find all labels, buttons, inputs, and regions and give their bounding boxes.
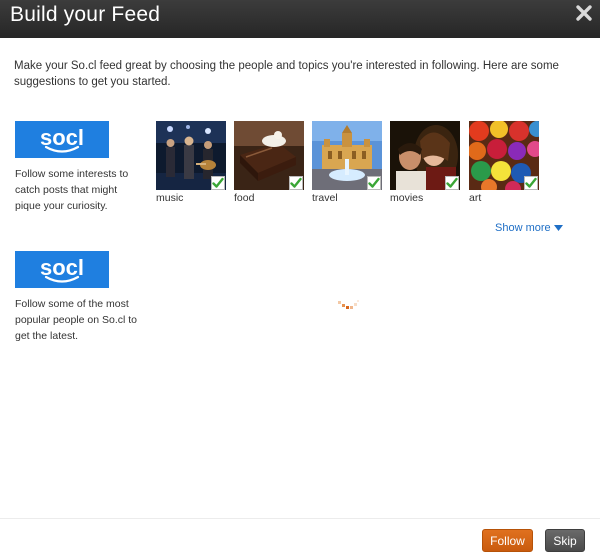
selected-checkbox[interactable] bbox=[367, 176, 381, 190]
show-more-link[interactable]: Show more bbox=[495, 222, 563, 234]
chevron-down-icon bbox=[553, 225, 563, 231]
topic-tile-food[interactable]: food bbox=[234, 121, 304, 211]
topic-label: movies bbox=[390, 192, 424, 204]
checkmark-icon bbox=[525, 177, 537, 188]
checkmark-icon bbox=[290, 177, 302, 188]
dialog-title: Build your Feed bbox=[10, 3, 161, 26]
topic-label: art bbox=[469, 192, 482, 204]
topic-label: travel bbox=[312, 192, 338, 204]
checkmark-icon bbox=[446, 177, 458, 188]
selected-checkbox[interactable] bbox=[445, 176, 459, 190]
loading-spinner-icon bbox=[336, 300, 362, 314]
skip-button[interactable]: Skip bbox=[545, 529, 585, 552]
topic-tile-music[interactable]: music bbox=[156, 121, 226, 211]
close-button[interactable] bbox=[571, 0, 597, 26]
show-more-label: Show more bbox=[495, 222, 551, 234]
selected-checkbox[interactable] bbox=[211, 176, 225, 190]
topic-tile-travel[interactable]: travel bbox=[312, 121, 382, 211]
topic-tile-art[interactable]: art bbox=[469, 121, 539, 211]
checkmark-icon bbox=[368, 177, 380, 188]
topic-label: music bbox=[156, 192, 184, 204]
footer-divider bbox=[0, 518, 600, 519]
interests-description: Follow some interests to catch posts tha… bbox=[15, 168, 129, 212]
selected-checkbox[interactable] bbox=[289, 176, 303, 190]
socl-logo: socl bbox=[15, 251, 109, 288]
topic-label: food bbox=[234, 192, 255, 204]
selected-checkbox[interactable] bbox=[524, 176, 538, 190]
follow-button[interactable]: Follow bbox=[482, 529, 533, 552]
socl-logo: socl bbox=[15, 121, 109, 158]
intro-text: Make your So.cl feed great by choosing t… bbox=[14, 60, 559, 88]
checkmark-icon bbox=[212, 177, 224, 188]
dialog-titlebar: Build your Feed bbox=[0, 0, 600, 38]
topic-tile-movies[interactable]: movies bbox=[390, 121, 460, 211]
close-icon bbox=[576, 5, 592, 21]
people-description: Follow some of the most popular people o… bbox=[15, 298, 138, 342]
